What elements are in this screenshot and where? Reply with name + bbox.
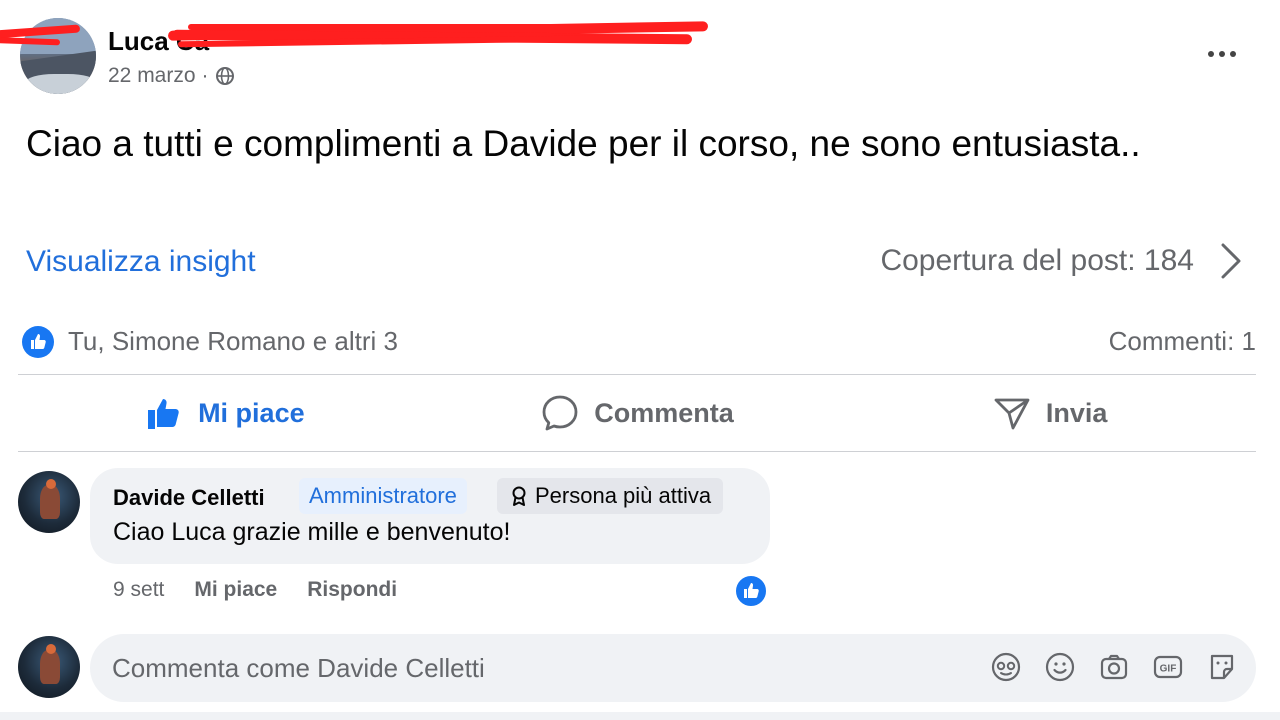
- comment-bubble-icon: [542, 395, 578, 431]
- reactions-summary: Tu, Simone Romano e altri 3 Commenti: 1: [22, 324, 1258, 360]
- commenter-avatar[interactable]: [18, 471, 80, 533]
- like-button[interactable]: Mi piace: [18, 378, 431, 448]
- post-date[interactable]: 22 marzo: [108, 64, 196, 88]
- post-header: Luca Ca 22 marzo ·: [20, 18, 1260, 98]
- post-meta: 22 marzo ·: [108, 64, 235, 88]
- emoji-icon[interactable]: [1044, 650, 1076, 684]
- comment-button-label: Commenta: [594, 397, 734, 428]
- camera-icon[interactable]: [1098, 650, 1130, 684]
- globe-icon[interactable]: [215, 66, 235, 86]
- meta-separator: ·: [201, 64, 209, 87]
- comment-like-link[interactable]: Mi piace: [194, 578, 277, 602]
- current-user-avatar[interactable]: [18, 636, 80, 698]
- comment-input[interactable]: [112, 634, 972, 702]
- admin-badge[interactable]: Amministratore: [299, 478, 467, 514]
- chevron-right-icon: [1221, 243, 1241, 279]
- view-insights-link[interactable]: Visualizza insight: [26, 245, 256, 279]
- redaction-mark-left: [0, 24, 81, 46]
- reactions-text[interactable]: Tu, Simone Romano e altri 3: [68, 326, 398, 357]
- send-button[interactable]: Invia: [843, 378, 1256, 448]
- sticker-icon[interactable]: [1206, 650, 1238, 684]
- top-contributor-label: Persona più attiva: [535, 483, 712, 508]
- send-button-label: Invia: [1045, 397, 1108, 428]
- post-reach[interactable]: Copertura del post: 184: [880, 242, 1242, 280]
- post-reach-label: Copertura del post: 184: [880, 244, 1194, 277]
- like-reaction-icon[interactable]: [22, 326, 54, 358]
- redaction-mark: [167, 21, 713, 48]
- divider: [18, 374, 1256, 375]
- post-text: Ciao a tutti e complimenti a Davide per …: [26, 123, 1141, 164]
- avatar-sticker-icon[interactable]: [990, 650, 1022, 684]
- comment-bubble: Davide Celletti Amministratore Persona p…: [90, 468, 770, 564]
- comment-meta: 9 sett Mi piace Rispondi: [113, 578, 397, 602]
- comment-composer: GIF: [90, 634, 1256, 702]
- comments-count[interactable]: Commenti: 1: [1109, 326, 1256, 357]
- comment-like-reaction-icon[interactable]: [734, 574, 768, 608]
- comment-time[interactable]: 9 sett: [113, 578, 164, 602]
- svg-text:GIF: GIF: [1160, 664, 1177, 675]
- bottom-edge: [0, 712, 1280, 720]
- send-icon: [994, 398, 1030, 430]
- composer-tools: GIF: [990, 650, 1238, 684]
- comment-text: Ciao Luca grazie mille e benvenuto!: [113, 518, 511, 546]
- commenter-name[interactable]: Davide Celletti: [113, 485, 265, 511]
- award-icon: [512, 486, 526, 506]
- thumbs-up-icon: [148, 399, 179, 429]
- gif-icon[interactable]: GIF: [1152, 650, 1184, 684]
- top-contributor-badge[interactable]: Persona più attiva: [497, 478, 724, 514]
- comment-button[interactable]: Commenta: [431, 378, 844, 448]
- comment-reply-link[interactable]: Rispondi: [307, 578, 397, 602]
- post-action-bar: Mi piace Commenta Invia: [18, 378, 1256, 448]
- divider: [18, 451, 1256, 452]
- like-button-label: Mi piace: [198, 397, 305, 428]
- more-options-icon[interactable]: [1202, 40, 1242, 68]
